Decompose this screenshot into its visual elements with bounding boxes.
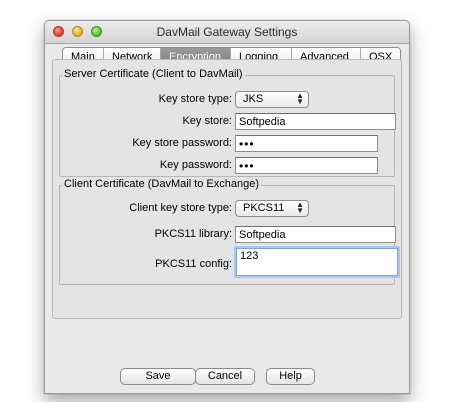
cancel-button[interactable]: Cancel	[195, 368, 255, 385]
client-certificate-legend: Client Certificate (DavMail to Exchange)	[62, 178, 262, 190]
key-store-type-label: Key store type:	[158, 93, 232, 105]
updown-arrows-icon: ▲ ▼	[296, 91, 304, 106]
key-store-type-select[interactable]: JKS ▲ ▼	[235, 91, 309, 108]
key-store-password-label: Key store password:	[132, 137, 232, 149]
server-certificate-group: Server Certificate (Client to DavMail) K…	[59, 68, 396, 177]
client-key-store-type-select[interactable]: PKCS11 ▲ ▼	[235, 200, 309, 217]
settings-window: DavMail Gateway Settings Main Network En…	[44, 20, 410, 394]
save-button[interactable]: Save	[120, 368, 196, 385]
pkcs11-library-input[interactable]: Softpedia	[235, 226, 396, 243]
pkcs11-config-textarea[interactable]: 123	[236, 248, 398, 276]
pkcs11-library-label: PKCS11 library:	[154, 228, 232, 240]
key-store-type-value: JKS	[243, 93, 264, 105]
window-title: DavMail Gateway Settings	[156, 25, 298, 39]
pkcs11-config-label: PKCS11 config:	[155, 258, 232, 270]
client-certificate-group: Client Certificate (DavMail to Exchange)…	[59, 178, 398, 285]
key-password-label: Key password:	[159, 159, 232, 171]
title-bar: DavMail Gateway Settings	[45, 21, 409, 44]
key-store-password-input[interactable]: •••	[235, 135, 378, 152]
client-key-store-type-value: PKCS11	[243, 202, 285, 214]
key-store-label: Key store:	[182, 115, 232, 127]
key-password-input[interactable]: •••	[235, 157, 378, 174]
help-button[interactable]: Help	[266, 368, 315, 385]
updown-arrows-icon: ▲ ▼	[296, 200, 304, 215]
server-certificate-legend: Server Certificate (Client to DavMail)	[62, 68, 245, 80]
client-key-store-type-label: Client key store type:	[129, 202, 232, 214]
encryption-panel: Server Certificate (Client to DavMail) K…	[52, 59, 402, 319]
key-store-input[interactable]: Softpedia	[235, 113, 396, 130]
